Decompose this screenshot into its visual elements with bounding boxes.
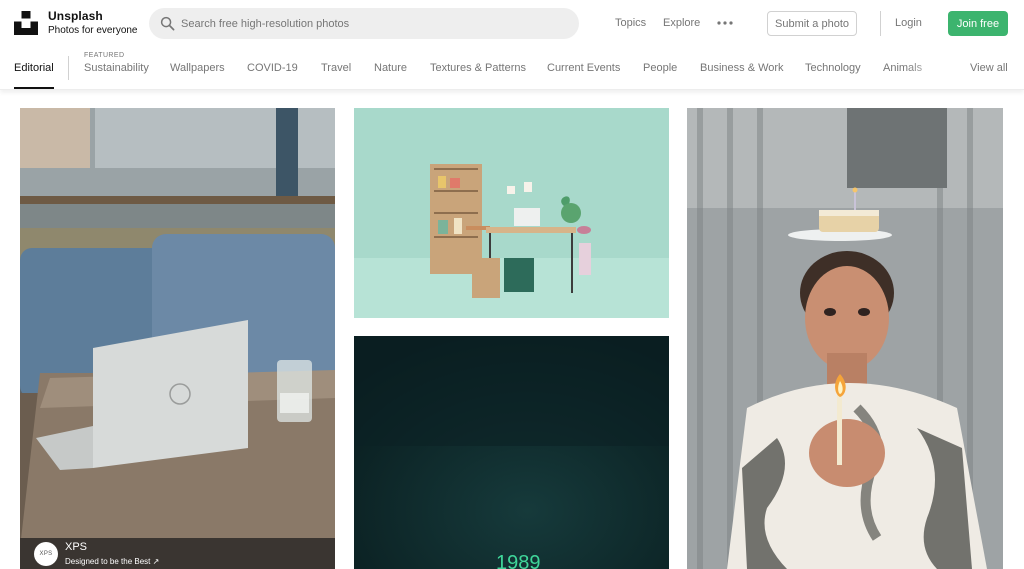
photo-miniature-desk-image [354,108,669,318]
photo-dark-sign-image: 1989 [354,336,669,569]
topic-business-work[interactable]: Business & Work [700,62,784,74]
search-icon[interactable] [160,16,175,31]
photo-miniature-desk[interactable] [354,108,669,318]
topic-people[interactable]: People [643,62,677,74]
sign-text: 1989 [496,552,541,569]
attribution-name[interactable]: XPS [65,541,87,553]
photo-laptop-cafe[interactable]: XPS XPS Designed to be the Best ↗ [20,108,335,569]
active-topic-underline [14,87,54,89]
brand-name[interactable]: Unsplash [48,9,103,23]
topic-textures-patterns[interactable]: Textures & Patterns [430,62,526,74]
topic-nature[interactable]: Nature [374,62,407,74]
brand-tagline: Photos for everyone [48,25,138,36]
join-free-button[interactable]: Join free [948,11,1008,36]
attribution-subtitle[interactable]: Designed to be the Best ↗ [65,557,159,566]
photo-laptop-cafe-image [20,108,335,569]
topic-sustainability[interactable]: Sustainability [84,62,149,74]
submit-photo-button[interactable]: Submit a photo [767,11,857,36]
topic-nav: Editorial FEATURED Sustainability Wallpa… [0,47,1024,90]
ellipsis-icon[interactable] [716,16,734,30]
header-divider [880,11,881,36]
topic-current-events[interactable]: Current Events [547,62,620,74]
topic-editorial[interactable]: Editorial [14,62,54,74]
nav-explore-link[interactable]: Explore [663,17,700,29]
search-bar[interactable] [149,8,579,39]
unsplash-logo-icon[interactable] [14,11,38,35]
photo-dark-sign[interactable]: 1989 [354,336,669,569]
avatar[interactable]: XPS [34,542,58,566]
topic-nav-divider [68,56,69,80]
topic-covid-19[interactable]: COVID-19 [247,62,298,74]
search-input[interactable] [181,8,571,39]
view-all-link[interactable]: View all [970,62,1008,74]
topic-travel[interactable]: Travel [321,62,351,74]
featured-label: FEATURED [84,52,125,59]
topic-technology[interactable]: Technology [805,62,861,74]
photo-person-cake-image [687,108,1003,569]
photo-person-cake[interactable] [687,108,1003,569]
topic-scroll-fade [905,47,965,89]
login-link[interactable]: Login [895,17,922,29]
nav-topics-link[interactable]: Topics [615,17,646,29]
topic-wallpapers[interactable]: Wallpapers [170,62,225,74]
top-header: Unsplash Photos for everyone Topics Expl… [0,0,1024,47]
